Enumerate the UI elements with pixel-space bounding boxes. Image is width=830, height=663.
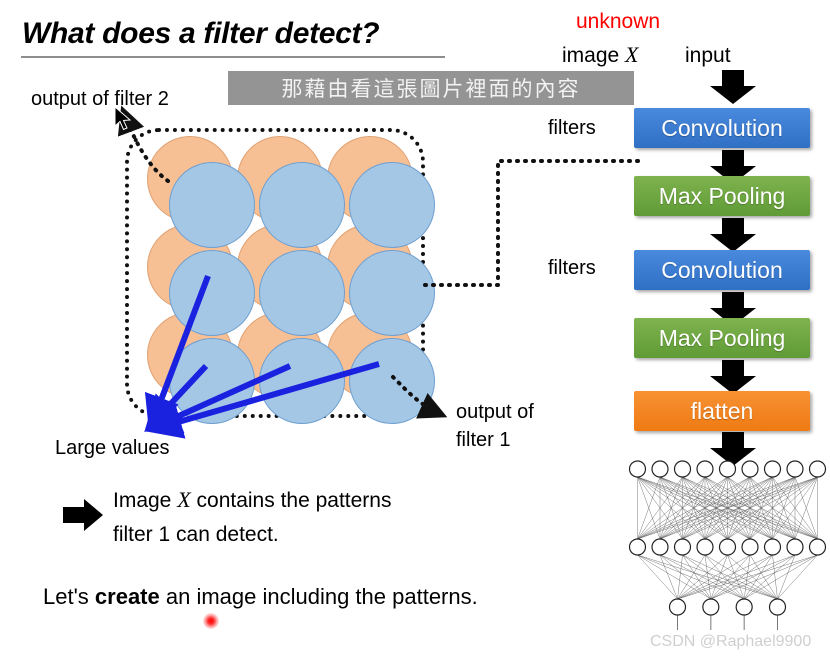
label-filters-1: filters: [548, 117, 596, 139]
nn-edge: [777, 554, 818, 600]
pipeline-block-flatten-5[interactable]: flatten: [634, 391, 810, 431]
nn-node: [741, 538, 759, 556]
laser-pointer-dot: [203, 613, 219, 629]
nn-edge: [637, 554, 745, 600]
nn-node: [808, 538, 827, 556]
label-output-filter-1-line2: filter 1: [456, 429, 511, 451]
nn-node: [718, 538, 737, 556]
nn-edge: [659, 554, 678, 600]
label-image-x-text: image: [562, 44, 620, 67]
nn-node: [696, 538, 714, 556]
flow-arrow-4: [710, 360, 756, 394]
nn-edge: [744, 554, 796, 600]
nn-node: [651, 460, 669, 478]
nn-edge: [659, 554, 745, 600]
closing-bold: create: [94, 584, 160, 609]
flow-arrow-input: [710, 70, 756, 104]
grid-circle-blue: [349, 338, 435, 424]
nn-node: [768, 598, 787, 616]
pipeline-block-max-pooling-4[interactable]: Max Pooling: [634, 318, 810, 358]
dotted-connector-grid-to-conv: [423, 159, 642, 287]
nn-edge: [677, 554, 818, 600]
nn-node: [786, 538, 804, 556]
page-title: What does a filter detect?: [22, 17, 380, 50]
label-output-filter-1-line1: output of: [456, 401, 534, 423]
label-output-filter-2: output of filter 2: [31, 88, 169, 110]
nn-edge: [744, 554, 818, 600]
nn-node: [735, 598, 753, 616]
nn-node: [628, 460, 647, 478]
nn-edge: [677, 554, 796, 600]
feature-map-grid: [125, 128, 435, 424]
slide-canvas: What does a filter detect? output of fil…: [0, 0, 830, 663]
fully-connected-network: [628, 460, 827, 630]
nn-node: [673, 460, 692, 478]
nn-edge: [704, 554, 712, 600]
nn-edge: [710, 554, 751, 600]
nn-node: [696, 460, 714, 478]
nn-node: [763, 460, 782, 478]
grid-circle-blue: [259, 338, 345, 424]
nn-node: [668, 598, 687, 616]
grid-circle-blue: [349, 250, 435, 336]
nn-node: [763, 538, 782, 556]
subtitle-caption: 那藉由看這張圖片裡面的內容: [228, 71, 634, 105]
statement-line-1-post: contains the patterns: [196, 489, 392, 512]
nn-node: [718, 460, 737, 478]
watermark: CSDN @Raphael9900: [650, 633, 812, 650]
grid-circle-blue: [349, 162, 435, 248]
statement-line-1-pre: Image: [113, 489, 172, 512]
nn-node: [702, 598, 720, 616]
statement-line-1: Image X contains the patterns: [113, 483, 391, 518]
label-large-values: Large values: [55, 437, 170, 459]
pipeline-block-max-pooling-2[interactable]: Max Pooling: [634, 176, 810, 216]
closing-post: an image including the patterns.: [159, 584, 478, 609]
grid-circle-blue: [169, 338, 255, 424]
grid-circle-blue: [169, 250, 255, 336]
mouse-cursor-icon: [114, 106, 132, 131]
nn-node: [808, 460, 827, 478]
title-underline: [21, 56, 445, 58]
nn-edge: [710, 554, 818, 600]
nn-edge: [659, 554, 778, 600]
grid-circle-blue: [169, 162, 255, 248]
nn-edge: [704, 554, 778, 600]
bullet-arrow-icon: [63, 499, 103, 531]
closing-text: Let's create an image including the patt…: [43, 584, 478, 610]
closing-pre: Let's: [43, 584, 95, 609]
label-image-x: image X: [562, 42, 639, 68]
label-filters-2: filters: [548, 257, 596, 279]
nn-node: [741, 460, 759, 478]
nn-edge: [637, 554, 678, 600]
nn-edge: [637, 554, 778, 600]
nn-edge: [659, 554, 711, 600]
nn-node: [628, 538, 647, 556]
nn-edge: [677, 554, 751, 600]
nn-edge: [777, 554, 796, 600]
grid-circle-blue: [259, 250, 345, 336]
statement-text: Image X contains the patterns filter 1 c…: [113, 483, 391, 552]
grid-circle-blue: [259, 162, 345, 248]
pipeline-block-convolution-3[interactable]: Convolution: [634, 250, 810, 290]
statement-line-1-var: X: [177, 487, 191, 512]
flow-arrow-2: [710, 218, 756, 252]
nn-edge: [637, 554, 711, 600]
pipeline-block-convolution-1[interactable]: Convolution: [634, 108, 810, 148]
statement-line-2: filter 1 can detect.: [113, 523, 279, 546]
label-output-filter-1: output of filter 1: [456, 398, 534, 454]
nn-node: [673, 538, 692, 556]
nn-edge: [710, 554, 796, 600]
nn-node: [786, 460, 804, 478]
nn-node: [651, 538, 669, 556]
